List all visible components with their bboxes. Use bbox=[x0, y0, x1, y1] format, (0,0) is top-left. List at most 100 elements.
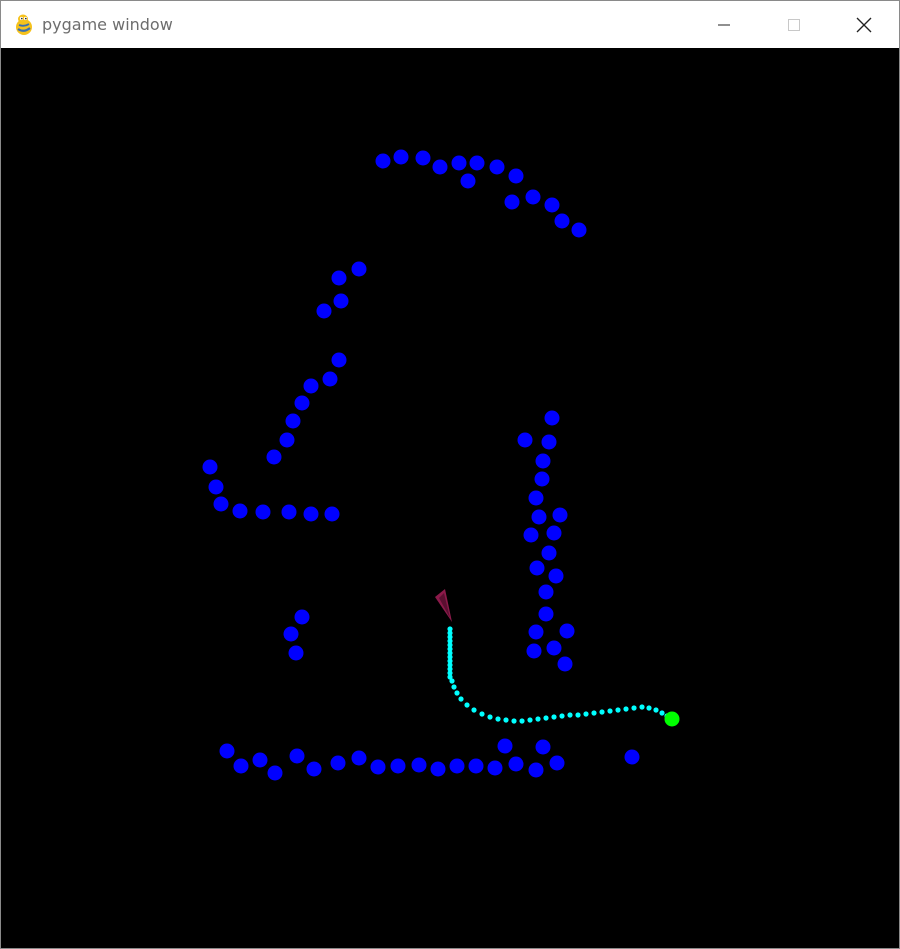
path-dot bbox=[458, 696, 464, 702]
obstacle-dot bbox=[531, 509, 547, 525]
obstacle-dot bbox=[571, 222, 587, 238]
path-dot bbox=[659, 710, 665, 716]
path-dot bbox=[503, 717, 509, 723]
close-button[interactable] bbox=[829, 1, 899, 48]
obstacle-dot bbox=[487, 760, 503, 776]
obstacle-dot bbox=[528, 490, 544, 506]
obstacle-dot bbox=[375, 153, 391, 169]
close-icon bbox=[856, 17, 872, 32]
pygame-window: pygame window bbox=[0, 0, 900, 949]
obstacle-dot bbox=[552, 507, 568, 523]
path-dot bbox=[479, 711, 485, 717]
obstacle-dot bbox=[333, 293, 349, 309]
obstacle-dot bbox=[294, 395, 310, 411]
obstacle-dot bbox=[548, 568, 564, 584]
obstacle-dot bbox=[219, 743, 235, 759]
path-dot bbox=[449, 678, 455, 684]
obstacle-dot bbox=[331, 270, 347, 286]
path-dot bbox=[535, 716, 541, 722]
obstacle-dot bbox=[526, 643, 542, 659]
obstacle-dot bbox=[330, 755, 346, 771]
path-dot bbox=[551, 714, 557, 720]
obstacle-dot bbox=[489, 159, 505, 175]
obstacle-dot bbox=[508, 756, 524, 772]
game-canvas[interactable] bbox=[1, 48, 899, 948]
obstacle-dot bbox=[469, 155, 485, 171]
obstacle-dot bbox=[294, 609, 310, 625]
obstacle-dot bbox=[303, 506, 319, 522]
obstacle-dot bbox=[324, 506, 340, 522]
path-dot bbox=[639, 704, 645, 710]
obstacle-dot bbox=[554, 213, 570, 229]
obstacle-dot bbox=[534, 471, 550, 487]
path-dot bbox=[646, 705, 652, 711]
path-dot bbox=[591, 710, 597, 716]
obstacle-dot bbox=[460, 173, 476, 189]
obstacle-dot bbox=[546, 640, 562, 656]
obstacle-dot bbox=[528, 762, 544, 778]
obstacle-dot bbox=[306, 761, 322, 777]
obstacle-dot bbox=[432, 159, 448, 175]
obstacle-dot bbox=[213, 496, 229, 512]
pygame-snake-icon bbox=[16, 14, 32, 35]
obstacle-dot bbox=[624, 749, 640, 765]
minimize-icon bbox=[718, 24, 730, 25]
obstacle-dot bbox=[544, 410, 560, 426]
maximize-icon bbox=[788, 18, 800, 31]
path-dot bbox=[623, 706, 629, 712]
path-dot bbox=[511, 718, 517, 724]
obstacle-dot bbox=[316, 303, 332, 319]
obstacle-dot bbox=[289, 748, 305, 764]
obstacle-dot bbox=[517, 432, 533, 448]
obstacle-dot bbox=[351, 261, 367, 277]
canvas-background bbox=[1, 48, 899, 948]
obstacle-dot bbox=[233, 758, 249, 774]
obstacle-dot bbox=[430, 761, 446, 777]
obstacle-dot bbox=[266, 449, 282, 465]
obstacle-dot bbox=[303, 378, 319, 394]
obstacle-dot bbox=[279, 432, 295, 448]
obstacle-dot bbox=[451, 155, 467, 171]
obstacle-dot bbox=[557, 656, 573, 672]
obstacle-dot bbox=[351, 750, 367, 766]
path-dot bbox=[599, 709, 605, 715]
obstacle-dot bbox=[538, 606, 554, 622]
obstacle-dot bbox=[370, 759, 386, 775]
obstacle-dot bbox=[449, 758, 465, 774]
path-dot bbox=[454, 690, 460, 696]
path-dot bbox=[527, 717, 533, 723]
obstacle-dot bbox=[523, 527, 539, 543]
obstacle-dot bbox=[322, 371, 338, 387]
path-dot bbox=[464, 702, 470, 708]
window-title: pygame window bbox=[42, 15, 173, 34]
maximize-button[interactable] bbox=[759, 1, 829, 48]
minimize-button[interactable] bbox=[689, 1, 759, 48]
obstacle-dot bbox=[415, 150, 431, 166]
obstacle-dot bbox=[252, 752, 268, 768]
obstacle-dot bbox=[535, 739, 551, 755]
title-bar[interactable]: pygame window bbox=[1, 1, 899, 48]
path-dot bbox=[543, 715, 549, 721]
obstacle-dot bbox=[546, 525, 562, 541]
path-dot bbox=[519, 718, 525, 724]
obstacle-dot bbox=[390, 758, 406, 774]
obstacle-dot bbox=[411, 757, 427, 773]
obstacle-dot bbox=[525, 189, 541, 205]
obstacle-dot bbox=[285, 413, 301, 429]
path-dot bbox=[615, 707, 621, 713]
obstacle-dot bbox=[468, 758, 484, 774]
obstacle-dot bbox=[541, 545, 557, 561]
obstacle-dot bbox=[559, 623, 575, 639]
path-dot bbox=[653, 707, 659, 713]
obstacle-dot bbox=[232, 503, 248, 519]
obstacle-dot bbox=[497, 738, 513, 754]
path-dot bbox=[607, 708, 613, 714]
obstacle-dot bbox=[267, 765, 283, 781]
path-dot bbox=[583, 711, 589, 717]
path-dot bbox=[631, 705, 637, 711]
obstacle-dot bbox=[508, 168, 524, 184]
path-dot bbox=[487, 714, 493, 720]
obstacle-dot bbox=[549, 755, 565, 771]
obstacle-dot bbox=[538, 584, 554, 600]
obstacle-dot bbox=[528, 624, 544, 640]
